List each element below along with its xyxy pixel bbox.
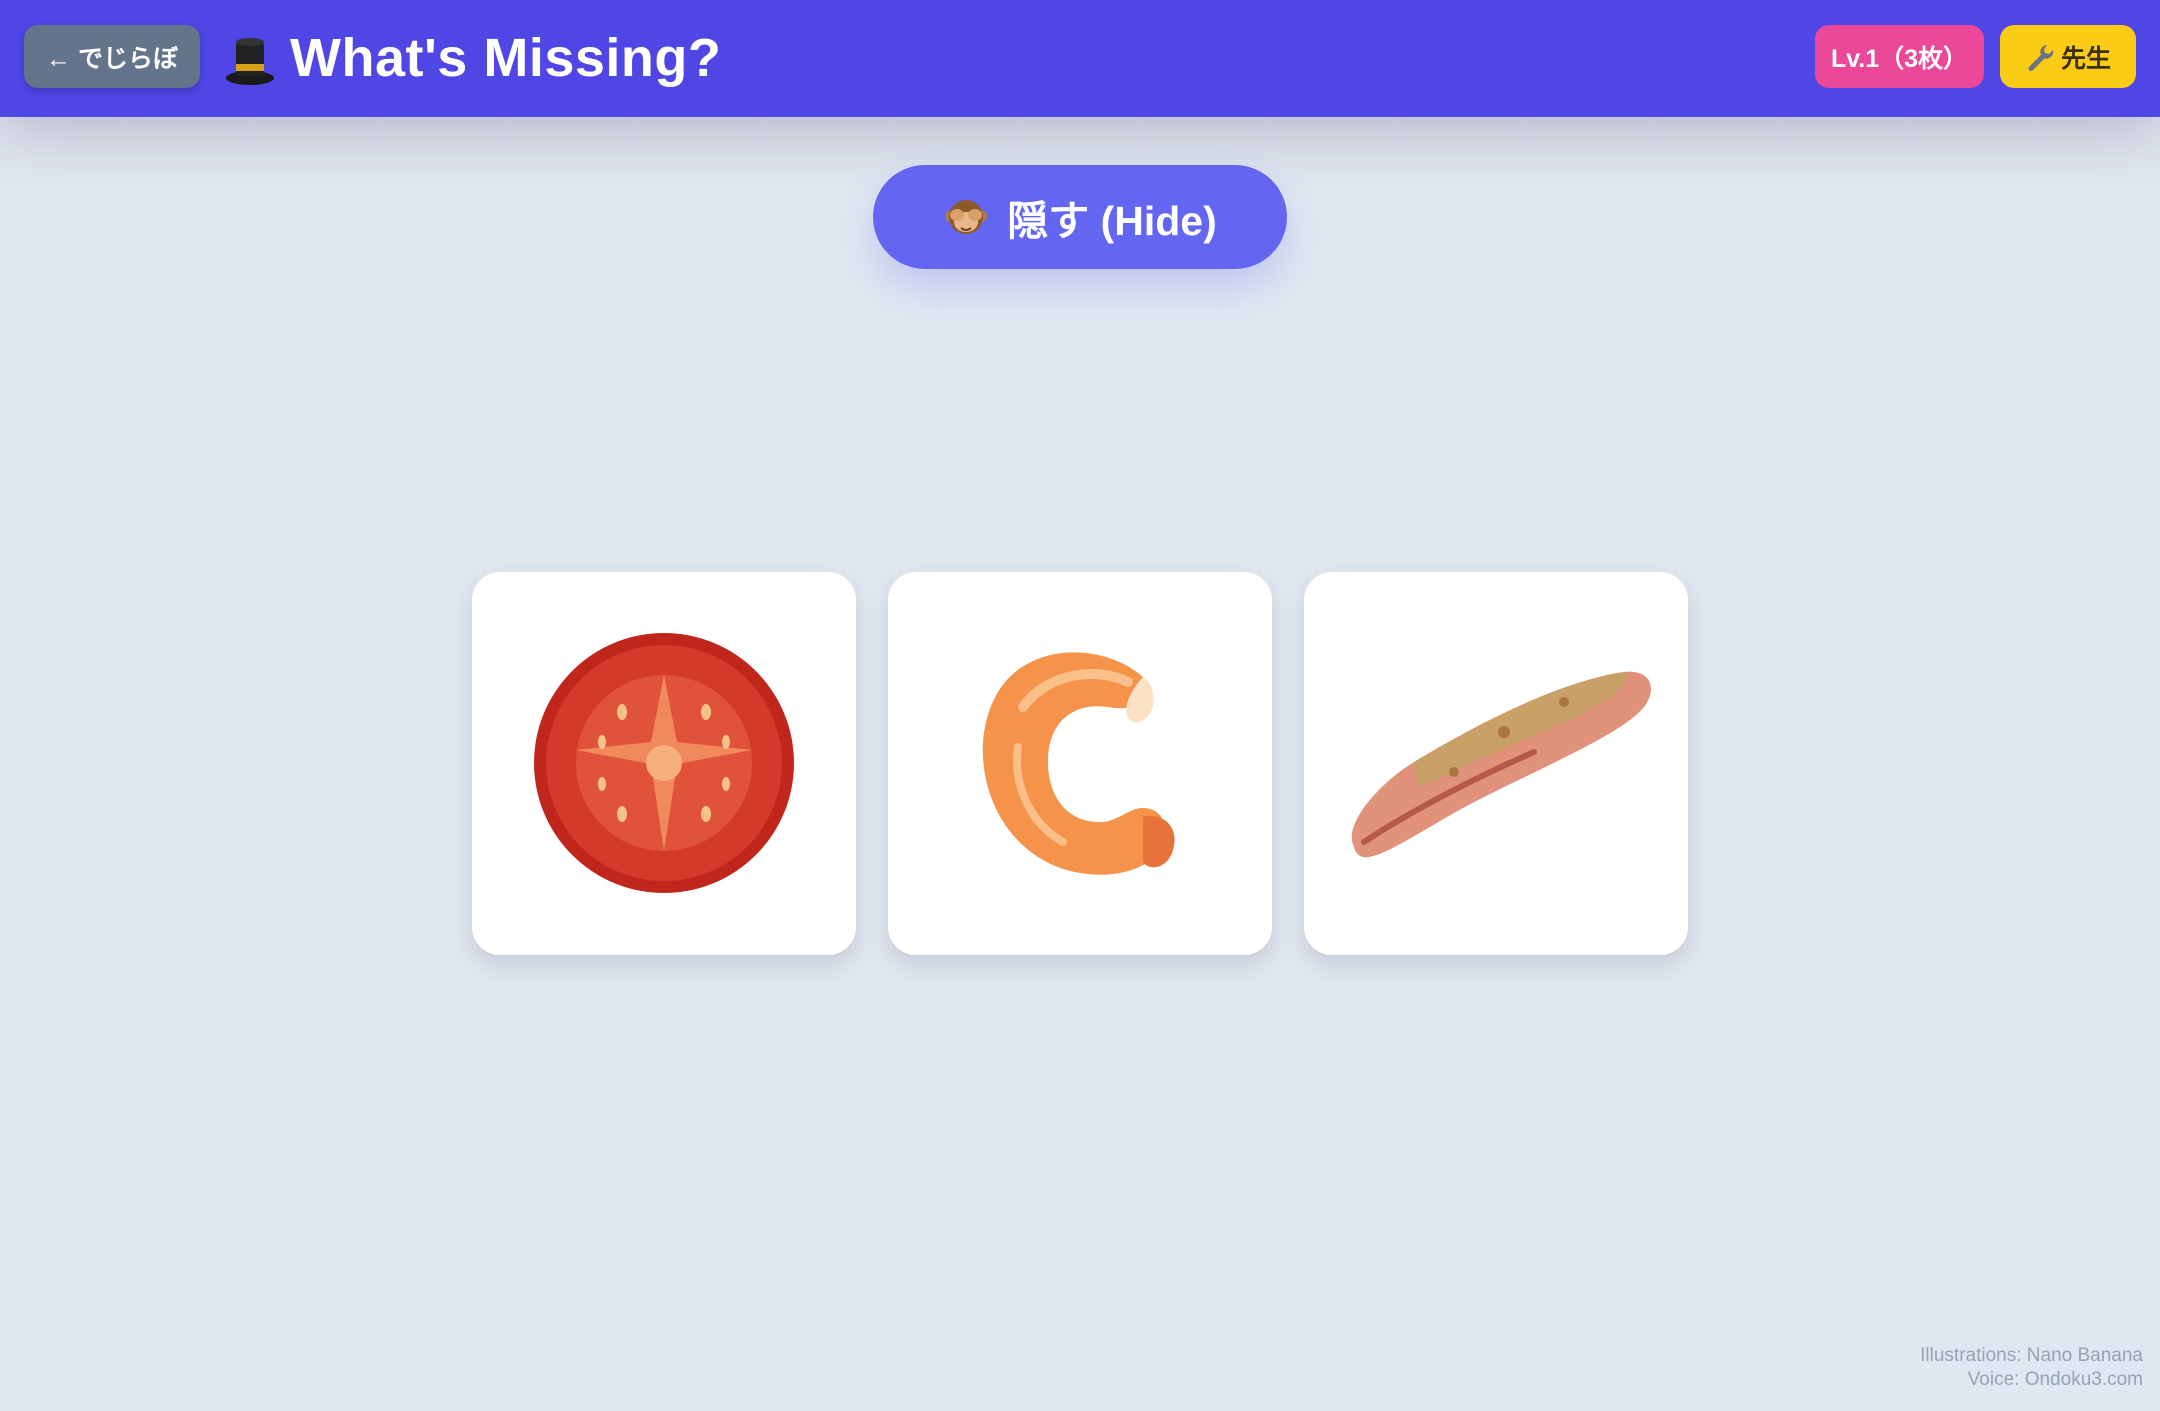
page-title: What's Missing? <box>290 28 722 88</box>
app-header: ← でじらぼ What's Missing? Lv.1（3枚） 先生 <box>0 0 2160 117</box>
card-sausage[interactable] <box>1304 572 1688 955</box>
title-area: What's Missing? <box>224 22 721 94</box>
back-button[interactable]: ← でじらぼ <box>24 25 200 88</box>
tomato-slice-image <box>534 633 794 893</box>
voice-credit: Voice: Ondoku3.com <box>1967 1369 2143 1390</box>
card-row <box>472 572 1688 955</box>
top-hat-icon <box>226 38 274 85</box>
illustrations-credit: Illustrations: Nano Banana <box>1920 1345 2143 1366</box>
shrimp-image <box>982 652 1175 875</box>
see-no-evil-monkey-icon <box>945 200 988 234</box>
hide-button[interactable]: 隠す (Hide) <box>873 165 1287 269</box>
card-tomato[interactable] <box>472 572 856 955</box>
grilled-sausage-image <box>1351 671 1652 858</box>
wrench-icon <box>2028 44 2054 71</box>
teacher-label: 先生 <box>2060 44 2111 73</box>
hide-label: 隠す (Hide) <box>1007 198 1217 244</box>
card-shrimp[interactable] <box>888 572 1272 955</box>
credits: Illustrations: Nano Banana Voice: Ondoku… <box>1920 1344 2143 1392</box>
level-button[interactable]: Lv.1（3枚） <box>1815 25 1984 88</box>
teacher-button[interactable]: 先生 <box>2000 25 2136 88</box>
